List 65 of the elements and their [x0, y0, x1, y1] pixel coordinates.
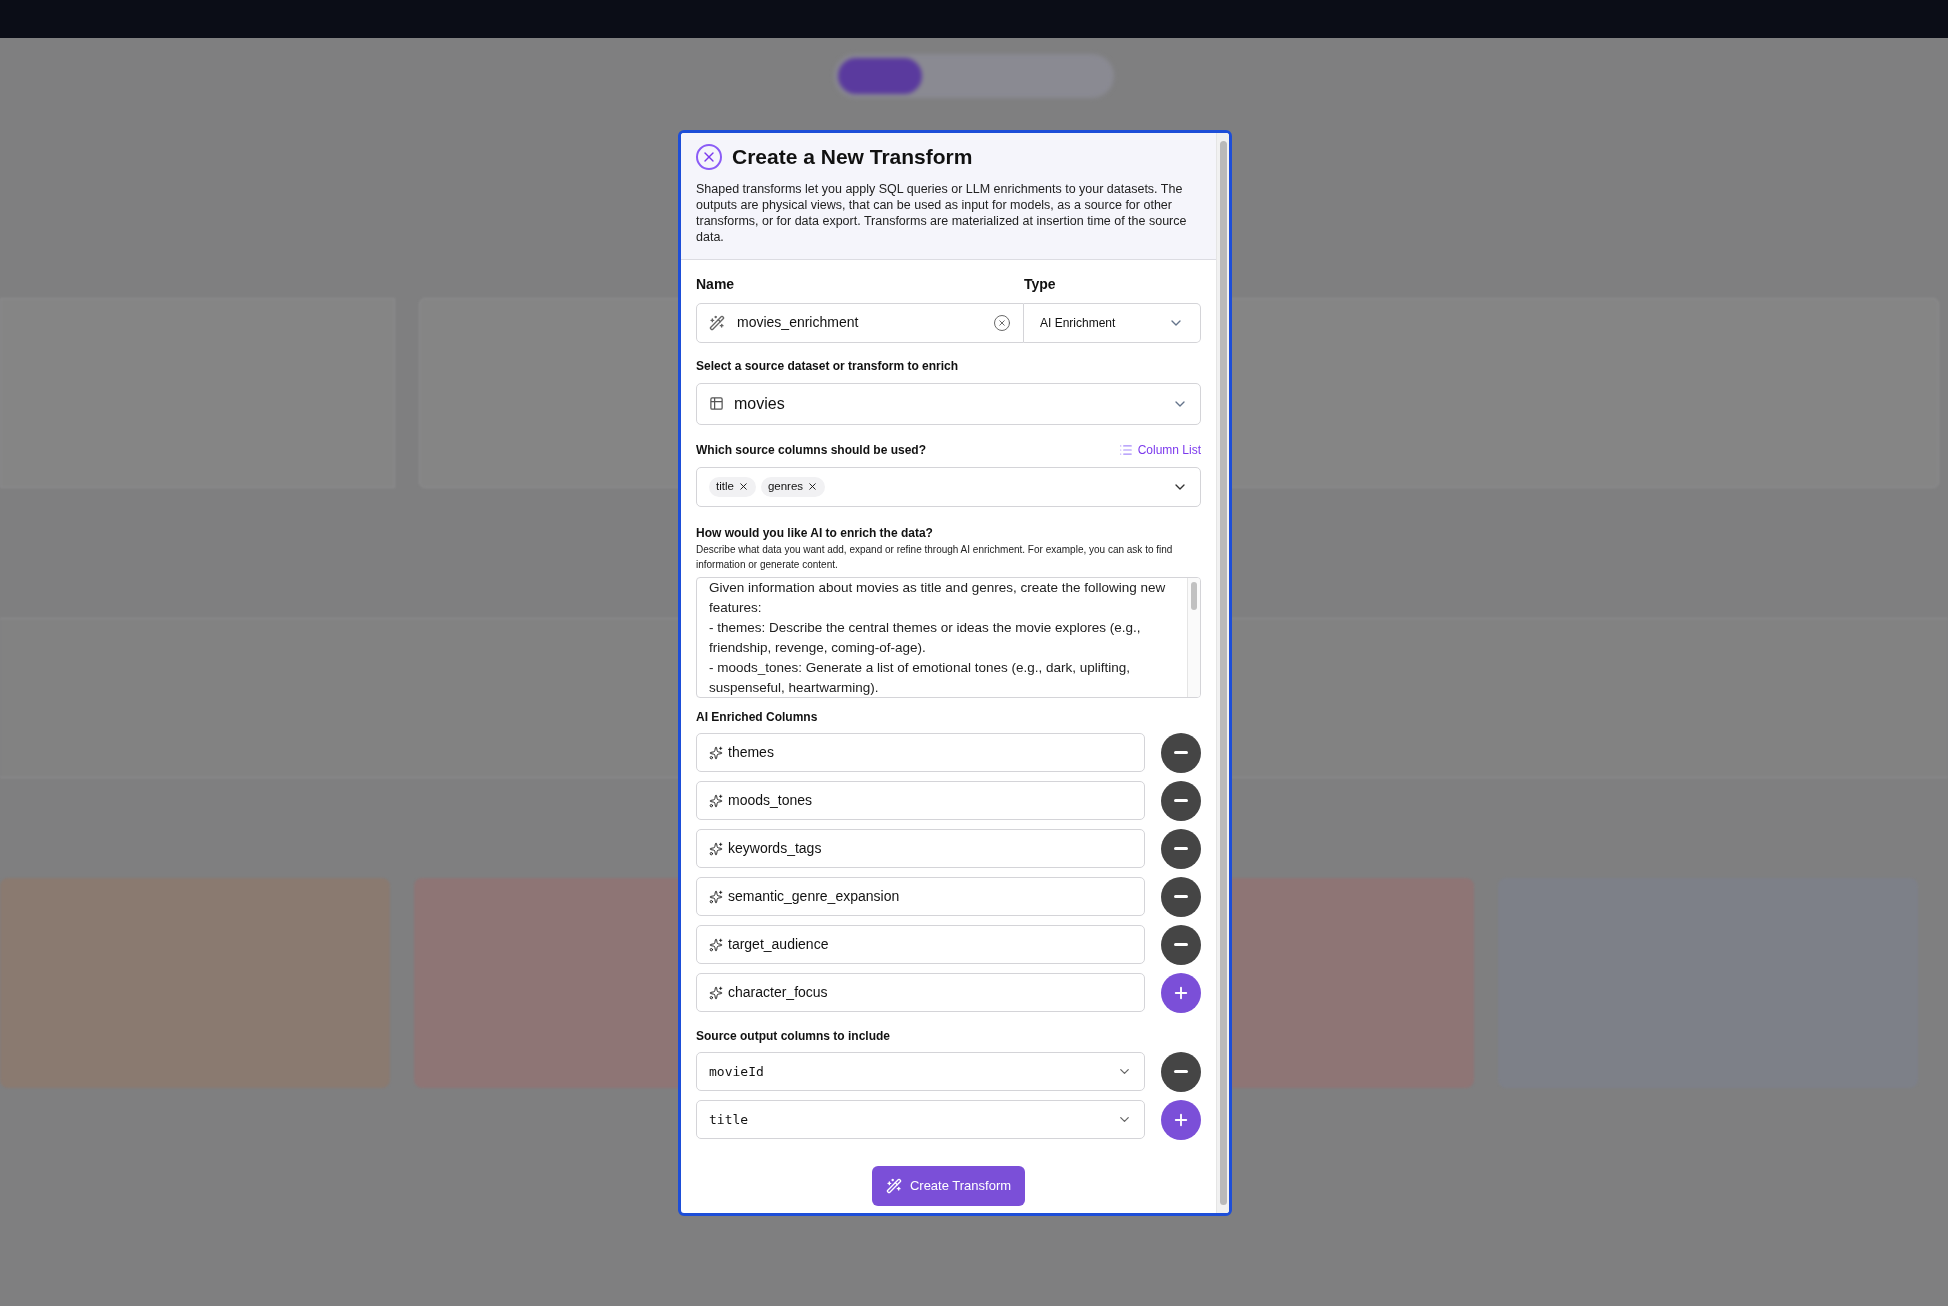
columns-label: Which source columns should be used?	[696, 441, 927, 459]
dialog-title: Create a New Transform	[732, 144, 973, 170]
type-select[interactable]: AI Enrichment	[1024, 302, 1201, 343]
output-column-select[interactable]: title	[696, 1100, 1145, 1139]
sparkles-icon	[709, 937, 723, 952]
sparkles-icon	[709, 985, 723, 1000]
remove-button[interactable]	[1161, 732, 1201, 773]
table-icon	[709, 396, 724, 411]
clear-icon[interactable]	[993, 313, 1011, 332]
source-label: Select a source dataset or transform to enrich	[696, 357, 960, 375]
output-label: Source output columns to include	[696, 1027, 891, 1045]
sparkles-icon	[709, 793, 723, 808]
add-button[interactable]	[1161, 1099, 1201, 1140]
tag-label: genres	[767, 478, 804, 494]
minus-icon	[1174, 1070, 1188, 1073]
close-button[interactable]	[696, 143, 722, 170]
column-name: themes	[728, 743, 774, 762]
remove-button[interactable]	[1161, 828, 1201, 869]
column-name: movieId	[709, 1062, 764, 1081]
dialog-description: Shaped transforms let you apply SQL queries or LLM enrichments to your datasets. The outputs are physical views, that can be used as input for models, as a source for other transforms, or for data export. Transforms are materialized at insertion time of the source data.	[696, 180, 1188, 245]
column-name: character_focus	[728, 983, 828, 1002]
column-name: semantic_genre_expansion	[728, 887, 900, 906]
column-name-input[interactable]: moods_tones	[696, 781, 1145, 820]
column-name-input[interactable]: keywords_tags	[696, 829, 1145, 868]
wand-icon	[709, 314, 725, 331]
add-button[interactable]	[1161, 972, 1201, 1013]
tag-remove-icon[interactable]	[737, 481, 749, 492]
remove-button[interactable]	[1161, 780, 1201, 821]
minus-icon	[1174, 751, 1188, 754]
prompt-label: How would you like AI to enrich the data?	[696, 524, 934, 542]
prompt-text: Given information about movies as title and genres, create the following new features: - themes: Describe the central themes or ideas the movie explores (e.g., friendship, revenge, coming-of-age). - moods_tones: Generate a list of emotional tones (e.g., dark, uplifting, suspenseful, heartwarming).	[708, 578, 1167, 697]
wand-icon	[885, 1177, 902, 1194]
columns-select[interactable]: title genres	[696, 466, 1201, 507]
minus-icon	[1174, 943, 1188, 946]
source-select[interactable]: movies	[696, 382, 1201, 425]
name-input[interactable]: movies_enrichment	[696, 302, 1024, 343]
remove-button[interactable]	[1161, 1051, 1201, 1092]
tag-remove-icon[interactable]	[807, 481, 819, 492]
column-name-input[interactable]: themes	[696, 733, 1145, 772]
column-name: title	[709, 1110, 749, 1129]
prompt-help: Describe what data you want add, expand or refine through AI enrichment. For example, you can ask to find information or generate content.	[696, 542, 1174, 572]
minus-icon	[1174, 895, 1188, 898]
name-value: movies_enrichment	[737, 313, 860, 332]
column-name-input[interactable]: semantic_genre_expansion	[696, 877, 1145, 916]
type-label: Type	[1024, 274, 1056, 294]
column-name-input[interactable]: character_focus	[696, 973, 1145, 1012]
name-label: Name	[696, 274, 736, 294]
sparkles-icon	[709, 889, 723, 904]
output-column-select[interactable]: movieId	[696, 1052, 1145, 1091]
tag-label: title	[716, 478, 734, 494]
enriched-label: AI Enriched Columns	[696, 708, 819, 726]
column-list-link[interactable]: Column List	[1118, 440, 1201, 459]
minus-icon	[1174, 847, 1188, 850]
source-value: movies	[734, 393, 786, 414]
sparkles-icon	[709, 745, 723, 760]
list-icon	[1118, 442, 1133, 457]
remove-button[interactable]	[1161, 876, 1201, 917]
column-name: keywords_tags	[728, 839, 822, 858]
remove-button[interactable]	[1161, 924, 1201, 965]
minus-icon	[1174, 799, 1188, 802]
column-name: target_audience	[728, 935, 829, 954]
column-name-input[interactable]: target_audience	[696, 925, 1145, 964]
sparkles-icon	[709, 841, 723, 856]
column-name: moods_tones	[728, 791, 813, 810]
create-transform-button[interactable]: Create Transform	[871, 1165, 1026, 1206]
